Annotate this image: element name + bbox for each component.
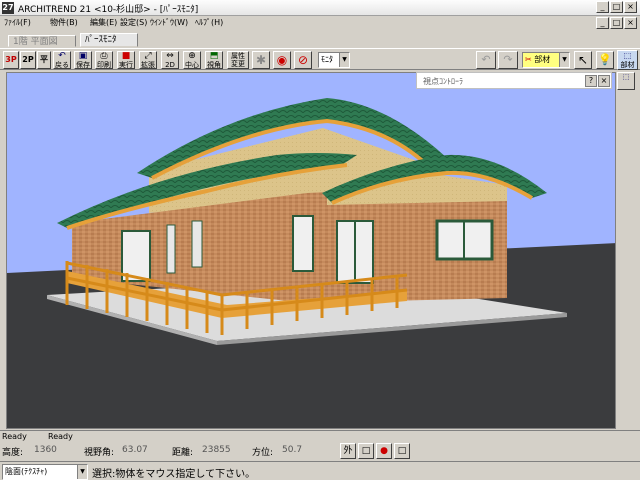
expand-button[interactable]: ⤢ 拡張 xyxy=(139,51,157,69)
chevron-down-icon: ▼ xyxy=(77,465,87,479)
tab-floor-plan[interactable]: 1階 平面図 xyxy=(8,35,76,47)
panel-title: 視点ｺﾝﾄﾛｰﾗ xyxy=(423,77,463,86)
tab-perspective-monitor[interactable]: ﾊﾟｰｽﾓﾆﾀ xyxy=(80,33,138,47)
expand-button-label: 拡張 xyxy=(141,61,155,69)
title-bar: 27 ARCHITREND 21 <10-杉山邸> - [ﾊﾟｰｽﾓﾆﾀ] _ … xyxy=(0,0,640,16)
back-button-label: 戻る xyxy=(55,61,69,69)
menu-bar: ﾌｧｲﾙ(F) 物件(B) 編集(E) 設定(S) ｳｲﾝﾄﾞｳ(W) ﾍﾙﾌﾟ… xyxy=(0,16,640,30)
status-bar: 陰面(ﾃｸｽﾁｬ) ▼ 選択:物体をマウス指定して下さい。 xyxy=(0,461,640,480)
monitor-combo[interactable]: ﾓﾆﾀ ▼ xyxy=(318,52,350,68)
menu-edit[interactable]: 編集(E) xyxy=(90,17,117,28)
menu-help[interactable]: ﾍﾙﾌﾟ(H) xyxy=(195,17,223,28)
height-value: 1360 xyxy=(34,445,57,455)
mdi-restore-button[interactable]: □ xyxy=(610,17,623,29)
direction-label: 方位: xyxy=(252,448,274,458)
monitor-combo-value: ﾓﾆﾀ xyxy=(321,55,333,64)
window xyxy=(191,220,203,268)
menu-settings[interactable]: 設定(S) xyxy=(120,17,147,28)
view-angle-button[interactable]: ⬒ 視角 xyxy=(205,51,223,69)
render-mode-value: 陰面(ﾃｸｽﾁｬ) xyxy=(5,467,48,476)
minimize-button[interactable]: _ xyxy=(596,1,609,13)
maximize-button[interactable]: □ xyxy=(610,1,623,13)
tool-icon: ✂ xyxy=(525,55,532,64)
2p-button[interactable]: 2P xyxy=(20,51,36,69)
lightbulb-icon[interactable]: 💡 xyxy=(596,51,614,69)
parts-panel-button[interactable]: ⬚ 部材 xyxy=(617,50,638,70)
toggle-icon: ⬚ xyxy=(622,73,630,81)
distance-value: 23855 xyxy=(202,445,231,455)
help-icon[interactable]: ? xyxy=(585,75,597,87)
chevron-down-icon: ▼ xyxy=(559,53,569,67)
undo-icon[interactable]: ↶ xyxy=(476,51,496,69)
mdi-close-button[interactable]: × xyxy=(624,17,637,29)
direction-value: 50.7 xyxy=(282,445,303,455)
status-message: 選択:物体をマウス指定して下さい。 xyxy=(92,469,256,480)
back-button[interactable]: ↶ 戻る xyxy=(53,51,71,69)
tab-perspective-label: ﾊﾟｰｽﾓﾆﾀ xyxy=(85,35,117,45)
run-button-label: 実行 xyxy=(119,61,133,69)
print-button[interactable]: ⎙ 印刷 xyxy=(95,51,113,69)
center-button-label: 中心 xyxy=(185,61,199,69)
view-angle-button-label: 視角 xyxy=(207,61,221,69)
ready-status-2: Ready xyxy=(48,432,73,441)
window xyxy=(292,215,314,272)
attribute-change-button[interactable]: 属性変更 xyxy=(227,51,249,69)
render-button[interactable]: ● xyxy=(376,443,392,459)
frame-button[interactable]: □ xyxy=(394,443,410,459)
window xyxy=(166,224,176,274)
viewpoint-controller-panel: 視点ｺﾝﾄﾛｰﾗ ? × xyxy=(416,72,612,89)
menu-file[interactable]: ﾌｧｲﾙ(F) xyxy=(4,17,31,28)
window-title: ARCHITREND 21 <10-杉山邸> - [ﾊﾟｰｽﾓﾆﾀ] xyxy=(18,5,199,15)
exterior-button[interactable]: 外 xyxy=(340,443,356,459)
main-toolbar: 3P 2P 平 ↶ 戻る ▣ 保存 ⎙ 印刷 ■ 実行 ⤢ 拡張 ⇔ 2D ⊕ 中心 ⬒ 視角 … xyxy=(0,48,640,70)
close-icon[interactable]: × xyxy=(598,75,610,87)
tab-floor-plan-label: 1階 平面図 xyxy=(13,37,58,47)
fov-label: 視野角: xyxy=(84,448,115,458)
view-parameters: 高度: 1360 視野角: 63.07 距離: 23855 方位: 50.7 外… xyxy=(0,442,640,460)
fov-value: 63.07 xyxy=(122,445,148,455)
distance-label: 距離: xyxy=(172,448,194,458)
right-panel-strip: ⬚ xyxy=(616,72,636,429)
view-mode-button[interactable]: □ xyxy=(358,443,374,459)
tool-combo[interactable]: ✂ 部材 ▼ xyxy=(522,52,570,68)
perspective-render xyxy=(7,73,615,428)
parts-panel-toggle[interactable]: ⬚ xyxy=(617,72,635,90)
palette-icon[interactable]: ◉ xyxy=(273,51,291,69)
save-button[interactable]: ▣ 保存 xyxy=(74,51,92,69)
ready-row: Ready Ready xyxy=(0,430,640,441)
perspective-viewport[interactable] xyxy=(6,72,616,429)
3p-button[interactable]: 3P xyxy=(3,51,19,69)
plan-button[interactable]: 平 xyxy=(37,51,51,69)
no-entry-icon[interactable]: ⊘ xyxy=(294,51,312,69)
document-tabs: 1階 平面図 ﾊﾟｰｽﾓﾆﾀ xyxy=(0,31,640,47)
menu-project[interactable]: 物件(B) xyxy=(50,17,78,28)
redo-icon[interactable]: ↷ xyxy=(498,51,518,69)
mdi-minimize-button[interactable]: _ xyxy=(596,17,609,29)
save-button-label: 保存 xyxy=(76,61,90,69)
2d-button[interactable]: ⇔ 2D xyxy=(161,51,179,69)
center-button[interactable]: ⊕ 中心 xyxy=(183,51,201,69)
render-mode-combo[interactable]: 陰面(ﾃｸｽﾁｬ) ▼ xyxy=(2,464,88,480)
height-label: 高度: xyxy=(2,448,24,458)
print-button-label: 印刷 xyxy=(97,61,111,69)
close-button[interactable]: × xyxy=(624,1,637,13)
ready-status-1: Ready xyxy=(2,432,27,441)
gear-icon[interactable]: ✱ xyxy=(252,51,270,69)
select-cursor-icon[interactable]: ↖ xyxy=(574,51,592,69)
menu-window[interactable]: ｳｲﾝﾄﾞｳ(W) xyxy=(150,17,188,28)
tool-combo-value: 部材 xyxy=(534,55,551,64)
2d-button-label: 2D xyxy=(165,61,175,69)
app-icon: 27 xyxy=(2,2,14,14)
run-button[interactable]: ■ 実行 xyxy=(117,51,135,69)
parts-panel-label: 部材 xyxy=(620,61,635,69)
chevron-down-icon: ▼ xyxy=(339,53,349,67)
